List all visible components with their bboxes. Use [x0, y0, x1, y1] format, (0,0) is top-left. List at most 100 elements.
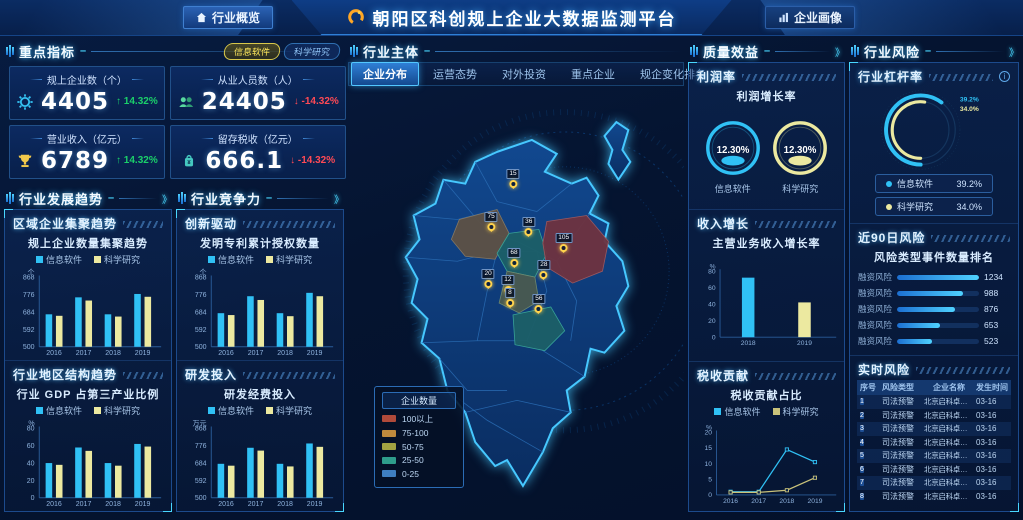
map-marker[interactable]: 105	[555, 233, 572, 252]
svg-text:60: 60	[27, 443, 35, 450]
map-marker[interactable]: 75	[485, 212, 498, 231]
table-row[interactable]: 4司法预警北京启科卓越科技有限公司03-16	[857, 436, 1011, 450]
hatch-decor	[243, 221, 335, 228]
map-marker[interactable]: 20	[481, 269, 494, 288]
legend-pill: 信息软件39.2%	[875, 174, 993, 193]
svg-text:2019: 2019	[797, 340, 812, 347]
chart-enterprise-agglomeration: 规上企业数量集聚趋势信息软件科学研究个500592684776868201620…	[11, 233, 165, 358]
expand-icon[interactable]: 》	[162, 191, 170, 206]
enterprise-icon	[16, 93, 34, 111]
map-pin-icon	[484, 280, 492, 288]
panel-header-bars-icon	[6, 45, 14, 57]
svg-text:500: 500	[23, 344, 35, 351]
stat-delta: ↓ -14.32%	[294, 96, 339, 107]
svg-text:868: 868	[195, 426, 207, 433]
svg-text:592: 592	[195, 478, 207, 485]
svg-text:10: 10	[705, 461, 713, 468]
svg-text:2018: 2018	[741, 340, 756, 347]
panel-header-line	[775, 51, 830, 52]
panel-header-bars-icon	[178, 192, 186, 204]
stat-label: 规上企业数（个）	[16, 72, 158, 87]
panel-title: 行业主体	[363, 42, 419, 61]
chart-rnd-investment: 研发经费投入信息软件科学研究万元500592684776868201620172…	[183, 384, 337, 509]
section-title: 区域企业集聚趋势	[13, 215, 117, 232]
map-marker[interactable]: 36	[522, 217, 535, 236]
table-row[interactable]: 3司法预警北京启科卓越科技有限公司03-16	[857, 422, 1011, 436]
tab-1[interactable]: 运营态势	[422, 63, 488, 85]
panel-key-indicators: 重点指标 – 信息软件科学研究 规上企业数（个） 4405 ↑ 14.32% 从…	[4, 40, 344, 183]
map-marker[interactable]: 15	[506, 169, 519, 188]
top-header: 朝阳区科创规上企业大数据监测平台 行业概览 企业画像	[0, 0, 1023, 36]
section-title: 创新驱动	[185, 215, 237, 232]
panel-title-dash: –	[80, 45, 86, 57]
key-tab-info-software[interactable]: 信息软件	[223, 43, 281, 60]
marker-count: 36	[522, 217, 535, 227]
svg-text:2016: 2016	[46, 350, 62, 357]
svg-text:2017: 2017	[76, 501, 92, 508]
svg-text:2019: 2019	[135, 501, 151, 508]
table-row[interactable]: 1司法预警北京启科卓越科技有限公司03-16	[857, 395, 1011, 409]
nav-enterprise-profile[interactable]: 企业画像	[765, 6, 855, 29]
key-tab-science-research[interactable]: 科学研究	[283, 43, 341, 60]
chart-tax-contribution: 税收贡献占比信息软件科学研究%051015202016201720182019	[695, 385, 838, 509]
info-icon[interactable]: i	[999, 71, 1010, 82]
panel-header-bars-icon	[6, 192, 14, 204]
map-pin-icon	[487, 223, 495, 231]
chart-title: 规上企业数量集聚趋势	[11, 233, 165, 251]
table-row[interactable]: 5司法预警北京启科卓越科技有限公司03-16	[857, 449, 1011, 463]
svg-text:2019: 2019	[307, 350, 323, 357]
svg-text:60: 60	[708, 285, 716, 292]
map-marker[interactable]: 56	[532, 294, 545, 313]
stat-value: 6789	[41, 148, 109, 174]
legend-item: 信息软件	[714, 405, 760, 418]
map-pin-icon	[540, 271, 548, 279]
panel-title: 重点指标	[19, 42, 75, 61]
map-legend-row: 100以上	[382, 413, 456, 425]
section-title: 行业杠杆率	[858, 68, 923, 85]
svg-text:500: 500	[195, 344, 207, 351]
svg-text:12.30%: 12.30%	[716, 144, 749, 155]
map-pin-icon	[560, 244, 568, 252]
chart-gdp-ratio: 行业 GDP 占第三产业比例信息软件科学研究%02040608020162017…	[11, 384, 165, 509]
chart-legend: 信息软件科学研究	[11, 251, 165, 268]
svg-text:2017: 2017	[248, 350, 264, 357]
hatch-decor	[755, 221, 836, 228]
table-row[interactable]: 6司法预警北京启科卓越科技有限公司03-16	[857, 463, 1011, 477]
tab-3[interactable]: 重点企业	[560, 63, 626, 85]
map-marker[interactable]: 28	[537, 260, 550, 279]
stat-card: 规上企业数（个） 4405 ↑ 14.32%	[9, 66, 165, 120]
legend-item: 信息软件	[36, 253, 82, 266]
expand-icon[interactable]: 》	[835, 44, 843, 59]
panel-title: 行业发展趋势	[19, 189, 103, 208]
chart-legend: 信息软件科学研究	[11, 402, 165, 419]
table-row[interactable]: 2司法预警北京启科卓越科技有限公司03-16	[857, 409, 1011, 423]
map-marker[interactable]: 8	[505, 288, 515, 307]
svg-text:5: 5	[708, 476, 712, 483]
svg-text:2017: 2017	[76, 350, 92, 357]
svg-text:2018: 2018	[277, 350, 293, 357]
section-title: 收入增长	[697, 215, 749, 232]
section-title: 近90日风险	[858, 229, 925, 246]
legend-item: 信息软件	[208, 253, 254, 266]
expand-icon[interactable]: 》	[1009, 44, 1017, 59]
legend-item: 信息软件	[208, 404, 254, 417]
expand-icon[interactable]: 》	[334, 191, 342, 206]
panel-header-line	[435, 51, 682, 52]
nav-industry-overview[interactable]: 行业概览	[183, 6, 273, 29]
svg-text:776: 776	[23, 292, 35, 299]
tab-2[interactable]: 对外投资	[491, 63, 557, 85]
svg-text:12.30%: 12.30%	[784, 144, 817, 155]
map-tab-bar: 企业分布运营态势对外投资重点企业规企变化排名	[348, 62, 684, 86]
revenue-icon	[16, 152, 34, 170]
map-legend: 企业数量 100以上75-10050-7525-500-25	[374, 386, 464, 489]
panel-title-dash: –	[925, 45, 931, 57]
chart-legend: 信息软件科学研究	[183, 251, 337, 268]
hatch-decor	[123, 372, 163, 379]
table-row[interactable]: 8司法预警北京启科卓越科技有限公司03-16	[857, 490, 1011, 504]
svg-text:592: 592	[195, 327, 207, 334]
chart-title: 研发经费投入	[183, 384, 337, 402]
table-row[interactable]: 7司法预警北京启科卓越科技有限公司03-16	[857, 476, 1011, 490]
tab-0[interactable]: 企业分布	[351, 62, 419, 86]
stat-label: 从业人员数（人）	[177, 72, 339, 87]
map-marker[interactable]: 68	[507, 248, 520, 267]
